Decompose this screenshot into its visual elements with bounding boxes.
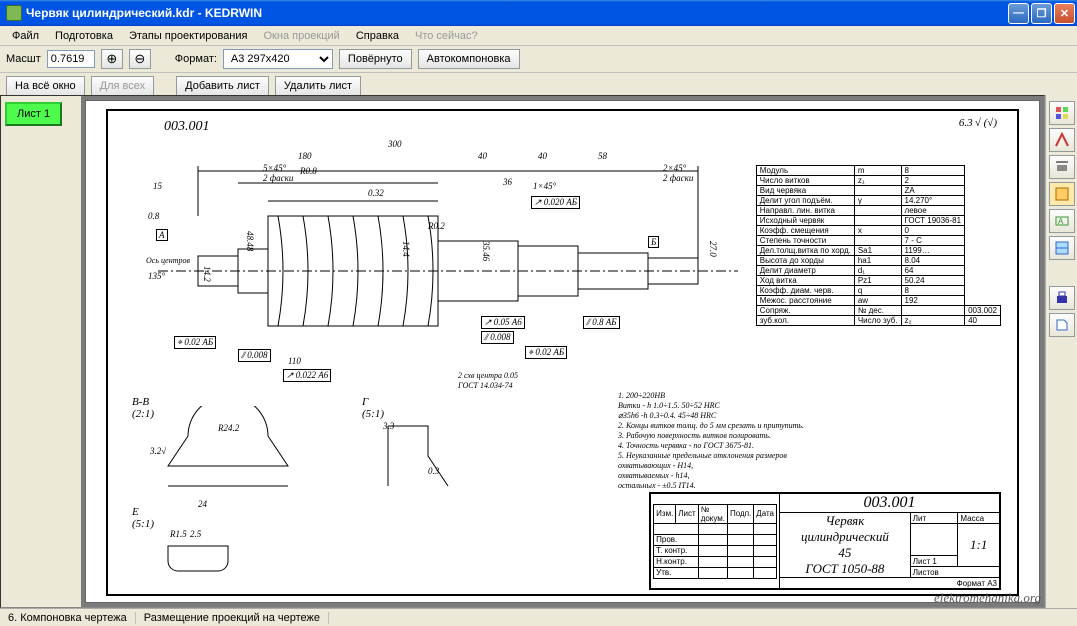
tool-icon-6[interactable] <box>1049 236 1075 260</box>
scale-label: Масшт <box>6 53 41 65</box>
toolbar-row-1: Масшт ⊕ ⊖ Формат: А3 297х420 Повёрнуто А… <box>0 46 1077 73</box>
right-toolbar: A <box>1045 95 1077 608</box>
for-all-button: Для всех <box>91 76 154 96</box>
window-title: Червяк цилиндрический.kdr - KEDRWIN <box>26 6 262 20</box>
scale-input[interactable] <box>47 50 95 68</box>
zoom-in-button[interactable]: ⊕ <box>101 49 123 69</box>
sheet-tab-1[interactable]: Лист 1 <box>5 102 62 126</box>
svg-text:A: A <box>1058 217 1064 226</box>
full-window-button[interactable]: На всё окно <box>6 76 85 96</box>
sheet-panel: Лист 1 <box>1 96 81 607</box>
app-icon <box>6 5 22 21</box>
tool-export-icon[interactable] <box>1049 313 1075 337</box>
worm-parameters-table: Модульm8Число витковz₁2Вид червякаZAДели… <box>756 165 1001 326</box>
menu-bar: Файл Подготовка Этапы проектирования Окн… <box>0 26 1077 46</box>
menu-file[interactable]: Файл <box>4 28 47 44</box>
zoom-out-button[interactable]: ⊖ <box>129 49 151 69</box>
surface-roughness: 6.3 √ (√) <box>959 117 997 129</box>
drawing-number-top: 003.001 <box>164 119 210 135</box>
tool-icon-1[interactable] <box>1049 101 1075 125</box>
tool-icon-3[interactable] <box>1049 155 1075 179</box>
status-bar: 6. Компоновка чертежа Размещение проекци… <box>0 608 1077 626</box>
menu-prep[interactable]: Подготовка <box>47 28 121 44</box>
tool-icon-4-active[interactable] <box>1049 182 1075 206</box>
add-sheet-button[interactable]: Добавить лист <box>176 76 269 96</box>
status-step: 6. Компоновка чертежа <box>0 612 136 624</box>
delete-sheet-button[interactable]: Удалить лист <box>275 76 361 96</box>
workspace: Лист 1 003.001 6.3 √ (√) <box>0 95 1045 608</box>
rotated-button[interactable]: Повёрнуто <box>339 49 412 69</box>
title-block: Изм.Лист№ докум.Подп.Дата Пров. Т. контр… <box>649 492 1001 590</box>
maximize-button[interactable]: ❐ <box>1031 3 1052 24</box>
drawing-frame: 003.001 6.3 √ (√) <box>106 109 1019 596</box>
tool-print-icon[interactable] <box>1049 286 1075 310</box>
menu-stages[interactable]: Этапы проектирования <box>121 28 256 44</box>
window-titlebar: Червяк цилиндрический.kdr - KEDRWIN — ❐ … <box>0 0 1077 26</box>
tool-icon-5[interactable]: A <box>1049 209 1075 233</box>
autolayout-button[interactable]: Автокомпоновка <box>418 49 520 69</box>
format-label: Формат: <box>175 53 217 65</box>
format-select[interactable]: А3 297х420 <box>223 49 333 69</box>
minimize-button[interactable]: — <box>1008 3 1029 24</box>
menu-proj-windows: Окна проекций <box>256 28 348 44</box>
tool-icon-2[interactable] <box>1049 128 1075 152</box>
drawing-canvas[interactable]: 003.001 6.3 √ (√) <box>85 100 1040 603</box>
status-hint: Размещение проекций на чертеже <box>136 612 329 624</box>
watermark: elektromehanika.org <box>934 590 1041 606</box>
close-button[interactable]: ✕ <box>1054 3 1075 24</box>
menu-whatnow: Что сейчас? <box>407 28 486 44</box>
technical-notes: 1. 200÷220НВ Витки - h 1.0÷1.5. 50÷52 HR… <box>618 391 804 491</box>
menu-help[interactable]: Справка <box>348 28 407 44</box>
